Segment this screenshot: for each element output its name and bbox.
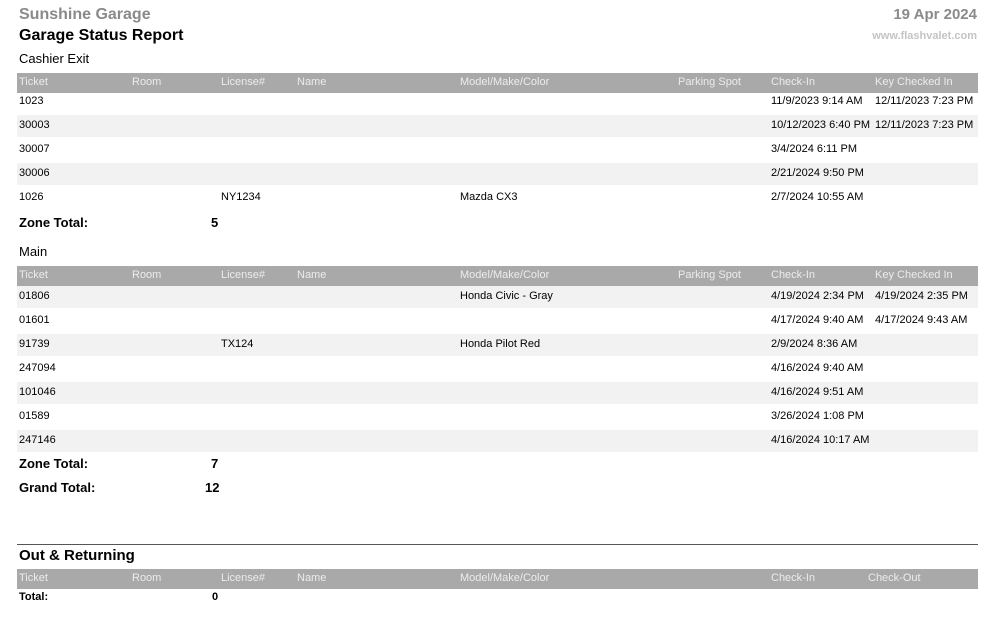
col-ticket: Ticket <box>19 76 48 88</box>
col-check-out: Check-Out <box>868 572 921 584</box>
col-check-in: Check-In <box>771 76 816 88</box>
table-row: 91739 TX124 Honda Pilot Red 2/9/2024 8:3… <box>17 334 978 356</box>
table-header: Ticket Room License# Name Model/Make/Col… <box>17 73 978 93</box>
checkin-cell: 4/16/2024 9:51 AM <box>771 386 864 398</box>
checkin-cell: 4/19/2024 2:34 PM <box>771 290 864 302</box>
table-row: 01589 3/26/2024 1:08 PM <box>17 406 978 428</box>
zone-title: Cashier Exit <box>19 51 90 66</box>
ticket-cell: 91739 <box>19 338 50 350</box>
zone-title: Main <box>19 244 48 259</box>
key-cell: 12/11/2023 7:23 PM <box>875 95 974 107</box>
ticket-cell: 30006 <box>19 167 50 179</box>
ticket-cell: 247094 <box>19 362 56 374</box>
ticket-cell: 01601 <box>19 314 50 326</box>
col-license: License# <box>221 76 266 88</box>
col-name: Name <box>297 76 327 88</box>
ticket-cell: 101046 <box>19 386 56 398</box>
ticket-cell: 247146 <box>19 434 56 446</box>
checkin-cell: 3/26/2024 1:08 PM <box>771 410 864 422</box>
col-model: Model/Make/Color <box>460 572 550 584</box>
col-name: Name <box>297 572 327 584</box>
table-header: Ticket Room License# Name Model/Make/Col… <box>17 569 978 589</box>
total-value: 0 <box>212 591 219 603</box>
model-cell: Honda Pilot Red <box>460 338 541 350</box>
col-room: Room <box>132 572 162 584</box>
table-row: 247094 4/16/2024 9:40 AM <box>17 358 978 380</box>
checkin-cell: 4/16/2024 10:17 AM <box>771 434 870 446</box>
col-ticket: Ticket <box>19 269 48 281</box>
col-ticket: Ticket <box>19 572 48 584</box>
ticket-cell: 1026 <box>19 191 44 203</box>
col-license: License# <box>221 269 266 281</box>
table-row: 30006 2/21/2024 9:50 PM <box>17 163 978 185</box>
col-room: Room <box>132 269 162 281</box>
zone-total-label: Zone Total: <box>19 456 89 471</box>
col-room: Room <box>132 76 162 88</box>
zone-total-value: 7 <box>211 456 219 471</box>
checkin-cell: 2/7/2024 10:55 AM <box>771 191 864 203</box>
key-cell: 12/11/2023 7:23 PM <box>875 119 974 131</box>
checkin-cell: 2/21/2024 9:50 PM <box>771 167 864 179</box>
section-divider <box>17 544 978 545</box>
checkin-cell: 3/4/2024 6:11 PM <box>771 143 858 155</box>
table-row: 1026 NY1234 Mazda CX3 2/7/2024 10:55 AM <box>17 187 978 209</box>
report-title: Garage Status Report <box>19 27 184 44</box>
license-cell: NY1234 <box>221 191 261 203</box>
checkin-cell: 11/9/2023 9:14 AM <box>771 95 863 107</box>
model-cell: Honda Civic - Gray <box>460 290 553 302</box>
key-cell: 4/17/2024 9:43 AM <box>875 314 968 326</box>
col-name: Name <box>297 269 327 281</box>
table-row: 1023 11/9/2023 9:14 AM 12/11/2023 7:23 P… <box>17 91 978 113</box>
table-row: 247146 4/16/2024 10:17 AM <box>17 430 978 452</box>
total-label: Total: <box>19 591 49 603</box>
table-header: Ticket Room License# Name Model/Make/Col… <box>17 266 978 286</box>
license-cell: TX124 <box>221 338 254 350</box>
checkin-cell: 4/16/2024 9:40 AM <box>771 362 864 374</box>
checkin-cell: 2/9/2024 8:36 AM <box>771 338 858 350</box>
ticket-cell: 30003 <box>19 119 50 131</box>
col-model: Model/Make/Color <box>460 269 550 281</box>
ticket-cell: 01589 <box>19 410 50 422</box>
checkin-cell: 10/12/2023 6:40 PM <box>771 119 871 131</box>
table-row: 01806 Honda Civic - Gray 4/19/2024 2:34 … <box>17 286 978 308</box>
table-row: 30007 3/4/2024 6:11 PM <box>17 139 978 161</box>
table-row: 30003 10/12/2023 6:40 PM 12/11/2023 7:23… <box>17 115 978 137</box>
zone-total-value: 5 <box>211 215 219 230</box>
col-key-checked-in: Key Checked In <box>875 76 953 88</box>
checkin-cell: 4/17/2024 9:40 AM <box>771 314 864 326</box>
model-cell: Mazda CX3 <box>460 191 518 203</box>
ticket-cell: 1023 <box>19 95 44 107</box>
col-check-in: Check-In <box>771 269 816 281</box>
key-cell: 4/19/2024 2:35 PM <box>875 290 968 302</box>
ticket-cell: 01806 <box>19 290 50 302</box>
col-parking-spot: Parking Spot <box>678 76 741 88</box>
grand-total-label: Grand Total: <box>19 480 96 495</box>
ticket-cell: 30007 <box>19 143 50 155</box>
col-parking-spot: Parking Spot <box>678 269 741 281</box>
col-license: License# <box>221 572 266 584</box>
table-row: 01601 4/17/2024 9:40 AM 4/17/2024 9:43 A… <box>17 310 978 332</box>
section-title: Out & Returning <box>19 547 135 564</box>
zone-total-label: Zone Total: <box>19 215 89 230</box>
report-date: 19 Apr 2024 <box>893 6 977 23</box>
table-row: 101046 4/16/2024 9:51 AM <box>17 382 978 404</box>
grand-total-value: 12 <box>205 480 220 495</box>
col-key-checked-in: Key Checked In <box>875 269 953 281</box>
col-model: Model/Make/Color <box>460 76 550 88</box>
company-name: Sunshine Garage <box>19 6 151 23</box>
website-link[interactable]: www.flashvalet.com <box>872 30 977 42</box>
col-check-in: Check-In <box>771 572 816 584</box>
